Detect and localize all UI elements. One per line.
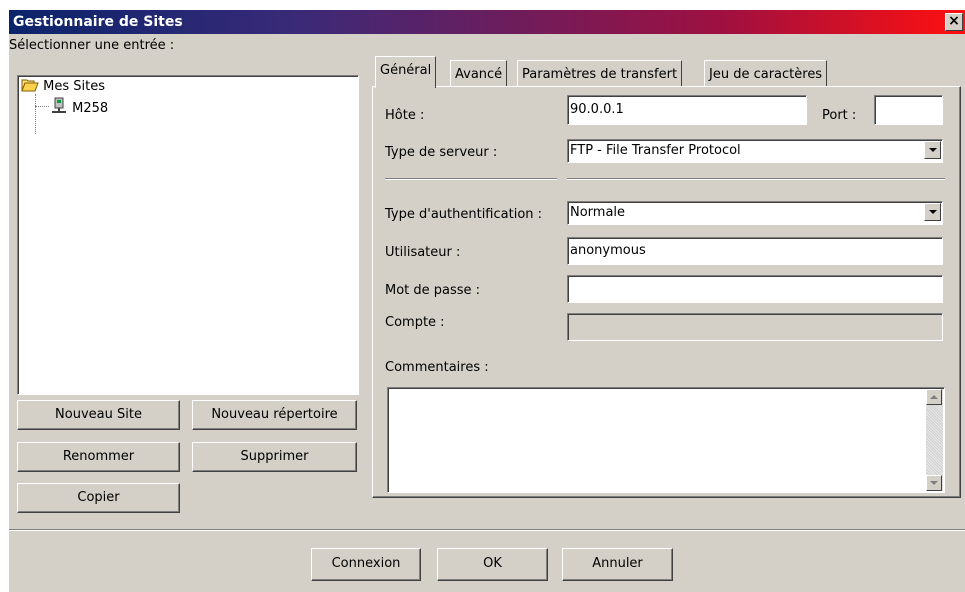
- port-label: Port :: [822, 108, 857, 123]
- close-button[interactable]: ×: [945, 13, 963, 31]
- server-icon: [52, 97, 66, 113]
- close-icon: ×: [948, 13, 960, 29]
- scroll-up-button[interactable]: [926, 389, 942, 405]
- server-type-label: Type de serveur :: [385, 145, 498, 160]
- rename-button[interactable]: Renommer: [17, 442, 180, 472]
- account-input: [567, 313, 943, 341]
- host-input[interactable]: 90.0.0.1: [567, 95, 807, 125]
- auth-type-label: Type d'authentification :: [385, 207, 543, 222]
- password-input[interactable]: [567, 275, 943, 303]
- comments-textarea[interactable]: [387, 387, 945, 493]
- host-label: Hôte :: [385, 108, 425, 123]
- auth-type-select[interactable]: Normale: [567, 201, 943, 225]
- scroll-down-button[interactable]: [926, 475, 942, 491]
- chevron-down-icon[interactable]: [924, 203, 941, 221]
- new-site-button[interactable]: Nouveau Site: [17, 400, 180, 430]
- folder-open-icon: [21, 79, 39, 92]
- arrow-down-icon: [930, 481, 938, 485]
- chevron-down-icon[interactable]: [924, 141, 941, 159]
- tab-charset[interactable]: Jeu de caractères: [704, 60, 828, 86]
- arrow-up-icon: [930, 395, 938, 399]
- copy-button[interactable]: Copier: [17, 483, 180, 513]
- select-entry-label: Sélectionner une entrée :: [9, 38, 175, 53]
- delete-button[interactable]: Supprimer: [192, 442, 357, 472]
- tree-item-m258[interactable]: M258: [50, 97, 108, 116]
- tree-item-label: M258: [72, 101, 109, 116]
- tree-line: [35, 94, 36, 134]
- password-label: Mot de passe :: [385, 283, 481, 298]
- connect-button[interactable]: Connexion: [311, 548, 421, 581]
- account-label: Compte :: [385, 315, 445, 330]
- divider: [385, 178, 557, 180]
- comments-label: Commentaires :: [385, 360, 489, 375]
- user-input[interactable]: anonymous: [567, 237, 943, 265]
- server-type-select[interactable]: FTP - File Transfer Protocol: [567, 139, 943, 163]
- title-bar[interactable]: Gestionnaire de Sites ×: [9, 10, 965, 34]
- tree-item-mes-sites[interactable]: Mes Sites: [21, 78, 105, 94]
- user-label: Utilisateur :: [385, 245, 461, 260]
- window-title: Gestionnaire de Sites: [13, 14, 183, 30]
- site-manager-window: Gestionnaire de Sites × Sélectionner une…: [9, 10, 965, 592]
- port-input[interactable]: [874, 95, 943, 125]
- scrollbar[interactable]: [926, 389, 943, 491]
- ok-button[interactable]: OK: [437, 548, 548, 581]
- tab-general[interactable]: Général: [375, 56, 437, 88]
- general-tab-panel: Hôte : 90.0.0.1 Port : Type de serveur :…: [372, 86, 961, 498]
- site-tree[interactable]: Mes Sites M258: [17, 75, 359, 395]
- tree-item-label: Mes Sites: [43, 79, 105, 94]
- tab-advanced[interactable]: Avancé: [450, 60, 508, 86]
- footer-divider: [9, 529, 965, 531]
- new-folder-button[interactable]: Nouveau répertoire: [192, 400, 357, 430]
- tab-transfer-settings[interactable]: Paramètres de transfert: [517, 60, 683, 86]
- cancel-button[interactable]: Annuler: [562, 548, 673, 581]
- divider: [567, 178, 945, 180]
- tree-line: [35, 106, 49, 107]
